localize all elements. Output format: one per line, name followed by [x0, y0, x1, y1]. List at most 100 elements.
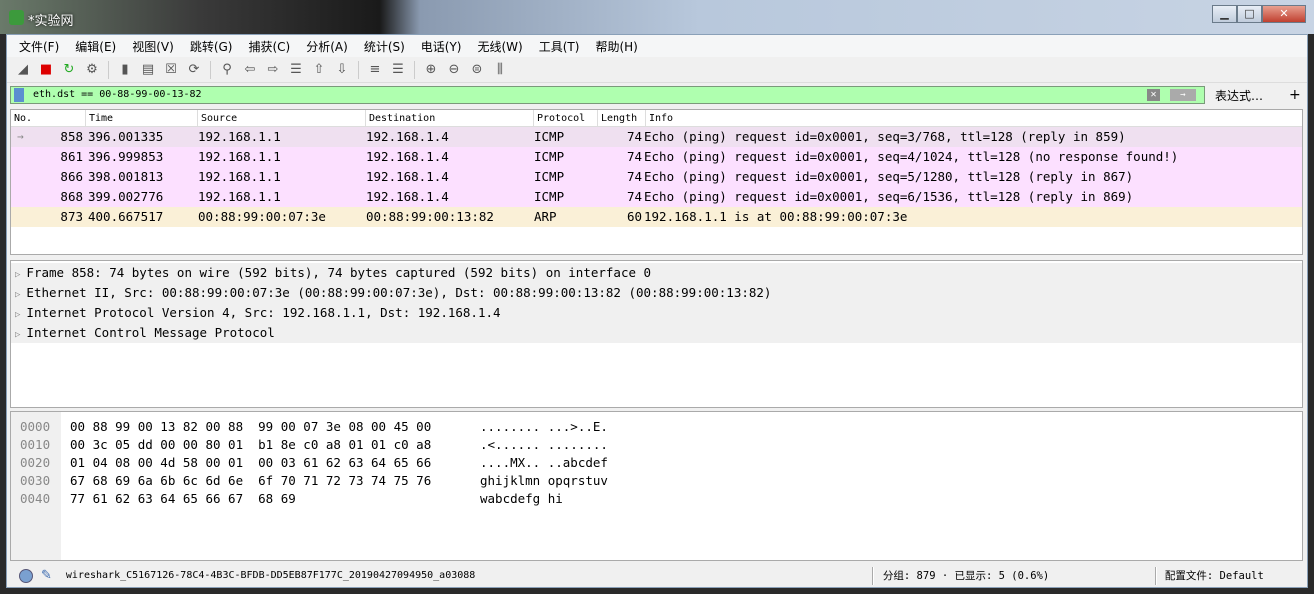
toolbar-separator	[108, 60, 109, 79]
back-icon[interactable]: ⇦	[240, 60, 260, 80]
packet-info: Echo (ping) request id=0x0001, seq=5/128…	[644, 169, 1134, 184]
add-filter-button[interactable]: +	[1289, 87, 1301, 103]
packet-time: 396.999853	[88, 149, 164, 164]
menu-item-0[interactable]: 文件(F)	[11, 38, 67, 55]
zoom-in-icon[interactable]: ⊕	[421, 60, 441, 80]
close-button[interactable]: ✕	[1262, 5, 1306, 23]
hex-bytes[interactable]: 77 61 62 63 64 65 66 67 68 69	[70, 490, 296, 508]
expand-triangle-icon[interactable]: ▷	[15, 270, 20, 280]
forward-icon[interactable]: ⇨	[263, 60, 283, 80]
zoom-reset-icon[interactable]: ⊜	[467, 60, 487, 80]
packet-no: 868	[60, 189, 83, 204]
menu-item-5[interactable]: 分析(A)	[298, 38, 356, 55]
hex-ascii[interactable]: .<...... ........	[480, 436, 608, 454]
table-row[interactable]: 868 399.002776 192.168.1.1 192.168.1.4 ICMP 7…	[11, 187, 1302, 207]
hex-bytes[interactable]: 01 04 08 00 4d 58 00 01 00 03 61 62 63 6…	[70, 454, 431, 472]
goto-icon[interactable]: ☰	[286, 60, 306, 80]
detail-text: Internet Control Message Protocol	[26, 325, 275, 340]
menu-item-9[interactable]: 工具(T)	[531, 38, 588, 55]
resize-columns-icon[interactable]: ⫼	[490, 60, 510, 80]
packet-info: Echo (ping) request id=0x0001, seq=4/102…	[644, 149, 1179, 164]
menu-item-6[interactable]: 统计(S)	[356, 38, 413, 55]
menu-item-4[interactable]: 捕获(C)	[240, 38, 298, 55]
menu-item-1[interactable]: 编辑(E)	[67, 38, 124, 55]
hex-row: 0000 00 88 99 00 13 82 00 88 99 00 07 3e …	[11, 418, 711, 436]
packet-bytes-pane: 0000 00 88 99 00 13 82 00 88 99 00 07 3e …	[10, 411, 1303, 561]
maximize-button[interactable]: □	[1237, 5, 1262, 23]
display-filter-input[interactable]: eth.dst == 00-88-99-00-13-82 ✕ →	[10, 86, 1205, 104]
menu-item-10[interactable]: 帮助(H)	[587, 38, 645, 55]
zoom-out-icon[interactable]: ⊖	[444, 60, 464, 80]
colorize-icon[interactable]: ☰	[388, 60, 408, 80]
packet-dst: 192.168.1.4	[366, 149, 449, 164]
packet-time: 399.002776	[88, 189, 164, 204]
menu-item-7[interactable]: 电话(Y)	[413, 38, 470, 55]
detail-tree-item[interactable]: ▷ Internet Control Message Protocol	[11, 323, 1302, 343]
packet-len: 74	[626, 149, 642, 164]
edit-comment-icon[interactable]: ✎	[41, 568, 52, 583]
options-icon[interactable]: ⚙	[82, 60, 102, 80]
column-source[interactable]: Source	[198, 110, 366, 126]
expand-triangle-icon[interactable]: ▷	[15, 310, 20, 320]
capture-status-icon[interactable]	[19, 568, 33, 583]
bookmark-icon[interactable]	[14, 88, 24, 102]
restart-icon[interactable]: ↻	[59, 60, 79, 80]
table-row[interactable]: → 858 396.001335 192.168.1.1 192.168.1.4 ICMP…	[11, 127, 1302, 147]
table-row[interactable]: 861 396.999853 192.168.1.1 192.168.1.4 ICMP 7…	[11, 147, 1302, 167]
packet-no: 858	[60, 129, 83, 144]
column-destination[interactable]: Destination	[366, 110, 534, 126]
detail-tree-item[interactable]: ▷ Internet Protocol Version 4, Src: 192.1…	[11, 303, 1302, 323]
packet-info: Echo (ping) request id=0x0001, seq=6/153…	[644, 189, 1134, 204]
column-info[interactable]: Info	[646, 110, 1302, 126]
last-icon[interactable]: ⇩	[332, 60, 352, 80]
table-row[interactable]: 873 400.667517 00:88:99:00:07:3e 00:88:99:0…	[11, 207, 1302, 227]
autoscroll-icon[interactable]: ≡	[365, 60, 385, 80]
minimize-button[interactable]: ▁	[1212, 5, 1237, 23]
column-length[interactable]: Length	[598, 110, 646, 126]
packet-list: No. Time Source Destination Protocol Len…	[10, 109, 1303, 255]
expression-button[interactable]: 表达式…	[1215, 87, 1263, 104]
expand-triangle-icon[interactable]: ▷	[15, 290, 20, 300]
hex-ascii[interactable]: ....MX.. ..abcdef	[480, 454, 608, 472]
find-icon[interactable]: ⚲	[217, 60, 237, 80]
hex-bytes[interactable]: 00 88 99 00 13 82 00 88 99 00 07 3e 08 0…	[70, 418, 431, 436]
save-icon[interactable]: ▤	[138, 60, 158, 80]
menu-item-2[interactable]: 视图(V)	[124, 38, 182, 55]
column-protocol[interactable]: Protocol	[534, 110, 598, 126]
clear-filter-icon[interactable]: ✕	[1147, 89, 1160, 101]
hex-ascii[interactable]: wabcdefg hi	[480, 490, 563, 508]
hex-offset: 0040	[20, 491, 51, 506]
menu-item-3[interactable]: 跳转(G)	[182, 38, 241, 55]
apply-filter-icon[interactable]: →	[1170, 89, 1196, 101]
shark-fin-start-icon[interactable]: ◢	[13, 60, 33, 80]
stop-icon[interactable]: ■	[36, 60, 56, 80]
capture-file-name: wireshark_C5167126-78C4-4B3C-BFDB-DD5EB8…	[65, 570, 476, 581]
column-no[interactable]: No.	[11, 110, 86, 126]
detail-text: Frame 858: 74 bytes on wire (592 bits), …	[26, 265, 652, 280]
open-icon[interactable]: ▮	[115, 60, 135, 80]
hex-offset: 0020	[20, 455, 51, 470]
packet-dst: 192.168.1.4	[366, 169, 449, 184]
wireshark-app-icon	[9, 10, 24, 25]
packet-details-pane: ▷ Frame 858: 74 bytes on wire (592 bits),…	[10, 260, 1303, 408]
close-file-icon[interactable]: ☒	[161, 60, 181, 80]
packet-proto: ICMP	[534, 149, 565, 164]
packet-len: 74	[626, 189, 642, 204]
reload-icon[interactable]: ⟳	[184, 60, 204, 80]
hex-offset: 0000	[20, 419, 51, 434]
packet-proto: ICMP	[534, 129, 565, 144]
profile-label[interactable]: 配置文件: Default	[1165, 568, 1264, 583]
table-row[interactable]: 866 398.001813 192.168.1.1 192.168.1.4 ICMP 7…	[11, 167, 1302, 187]
hex-bytes[interactable]: 67 68 69 6a 6b 6c 6d 6e 6f 70 71 72 73 7…	[70, 472, 431, 490]
packet-no: 861	[60, 149, 83, 164]
hex-bytes[interactable]: 00 3c 05 dd 00 00 80 01 b1 8e c0 a8 01 0…	[70, 436, 431, 454]
menu-item-8[interactable]: 无线(W)	[470, 38, 531, 55]
first-icon[interactable]: ⇧	[309, 60, 329, 80]
hex-ascii[interactable]: ghijklmn opqrstuv	[480, 472, 608, 490]
column-time[interactable]: Time	[86, 110, 198, 126]
expand-triangle-icon[interactable]: ▷	[15, 330, 20, 340]
detail-tree-item[interactable]: ▷ Frame 858: 74 bytes on wire (592 bits),…	[11, 263, 1302, 283]
main-window: 文件(F) 编辑(E) 视图(V) 跳转(G) 捕获(C) 分析(A) 统计(S) 电话(Y)…	[6, 34, 1308, 588]
hex-ascii[interactable]: ........ ...>..E.	[480, 418, 608, 436]
detail-tree-item[interactable]: ▷ Ethernet II, Src: 00:88:99:00:07:3e (00…	[11, 283, 1302, 303]
